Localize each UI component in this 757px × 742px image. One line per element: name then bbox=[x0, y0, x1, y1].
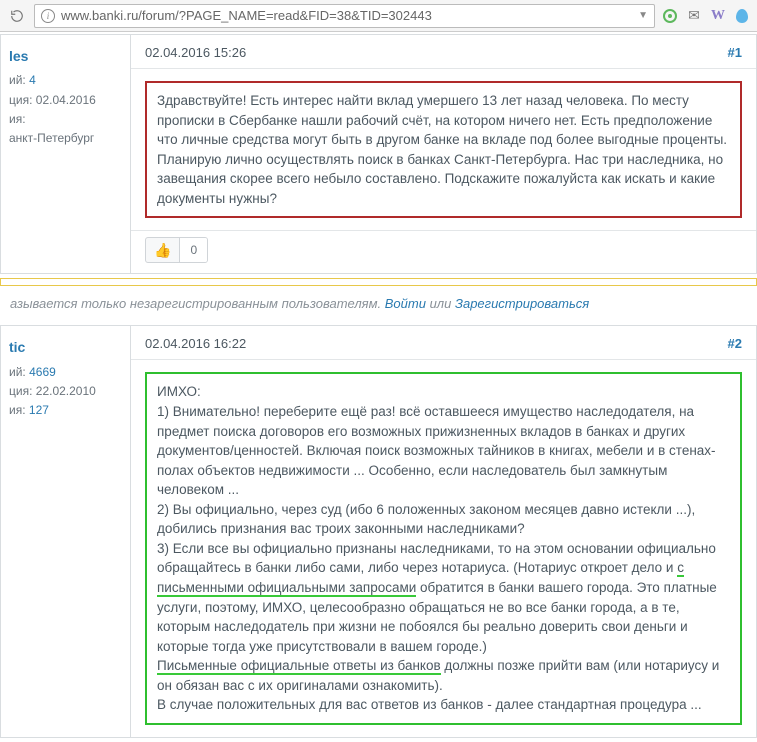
author-messages-count[interactable]: 4 bbox=[29, 73, 36, 87]
register-link[interactable]: Зарегистрироваться bbox=[455, 296, 589, 311]
guest-notice: азывается только незарегистрированным по… bbox=[0, 288, 757, 325]
author-rep-count[interactable]: 127 bbox=[29, 403, 49, 417]
like-count: 0 bbox=[179, 238, 207, 262]
underline-answers: Письменные официальные ответы из банков bbox=[157, 658, 441, 675]
author-messages: ий: 4 bbox=[9, 71, 122, 90]
author-rep: ия: bbox=[9, 110, 122, 129]
author-reg: ция: 22.02.2010 bbox=[9, 382, 122, 401]
mail-icon[interactable]: ✉ bbox=[685, 7, 703, 25]
author-messages: ий: 4669 bbox=[9, 363, 122, 382]
post-number[interactable]: #1 bbox=[728, 45, 742, 60]
post-header: 02.04.2016 15:26 #1 bbox=[131, 35, 756, 69]
thumb-up-icon: 👍 bbox=[146, 242, 179, 259]
url-text: www.banki.ru/forum/?PAGE_NAME=read&FID=3… bbox=[61, 8, 632, 23]
author-reg: ция: 02.04.2016 bbox=[9, 91, 122, 110]
post-body-highlighted: ИМХО: 1) Внимательно! переберите ещё раз… bbox=[145, 372, 742, 725]
site-info-icon[interactable]: i bbox=[41, 9, 55, 23]
post-header: 02.04.2016 16:22 #2 bbox=[131, 326, 756, 360]
like-button[interactable]: 👍 0 bbox=[145, 237, 208, 263]
post-footer: 👍 0 bbox=[131, 230, 756, 273]
post-author-panel: les ий: 4 ция: 02.04.2016 ия: анкт-Петер… bbox=[1, 35, 131, 273]
post-author-panel: tic ий: 4669 ция: 22.02.2010 ия: 127 bbox=[1, 326, 131, 737]
author-rep: ия: 127 bbox=[9, 401, 122, 420]
url-field[interactable]: i www.banki.ru/forum/?PAGE_NAME=read&FID… bbox=[34, 4, 655, 28]
extension-drop-icon[interactable] bbox=[733, 7, 751, 25]
author-username[interactable]: tic bbox=[9, 336, 122, 358]
author-username[interactable]: les bbox=[9, 45, 122, 67]
forum-post: tic ий: 4669 ция: 22.02.2010 ия: 127 02.… bbox=[0, 325, 757, 738]
author-messages-count[interactable]: 4669 bbox=[29, 365, 56, 379]
ad-banner bbox=[0, 278, 757, 286]
post-number[interactable]: #2 bbox=[728, 336, 742, 351]
url-dropdown-icon[interactable]: ▼ bbox=[638, 10, 648, 21]
post-date: 02.04.2016 16:22 bbox=[145, 336, 246, 351]
post-body-highlighted: Здравствуйте! Есть интерес найти вклад у… bbox=[145, 81, 742, 218]
author-city: анкт-Петербург bbox=[9, 129, 122, 148]
extension-target-icon[interactable] bbox=[661, 7, 679, 25]
forum-post: les ий: 4 ция: 02.04.2016 ия: анкт-Петер… bbox=[0, 34, 757, 274]
login-link[interactable]: Войти bbox=[385, 296, 426, 311]
extension-w-icon[interactable]: W bbox=[709, 7, 727, 25]
browser-address-bar: i www.banki.ru/forum/?PAGE_NAME=read&FID… bbox=[0, 0, 757, 32]
post-date: 02.04.2016 15:26 bbox=[145, 45, 246, 60]
reload-button[interactable] bbox=[6, 5, 28, 27]
